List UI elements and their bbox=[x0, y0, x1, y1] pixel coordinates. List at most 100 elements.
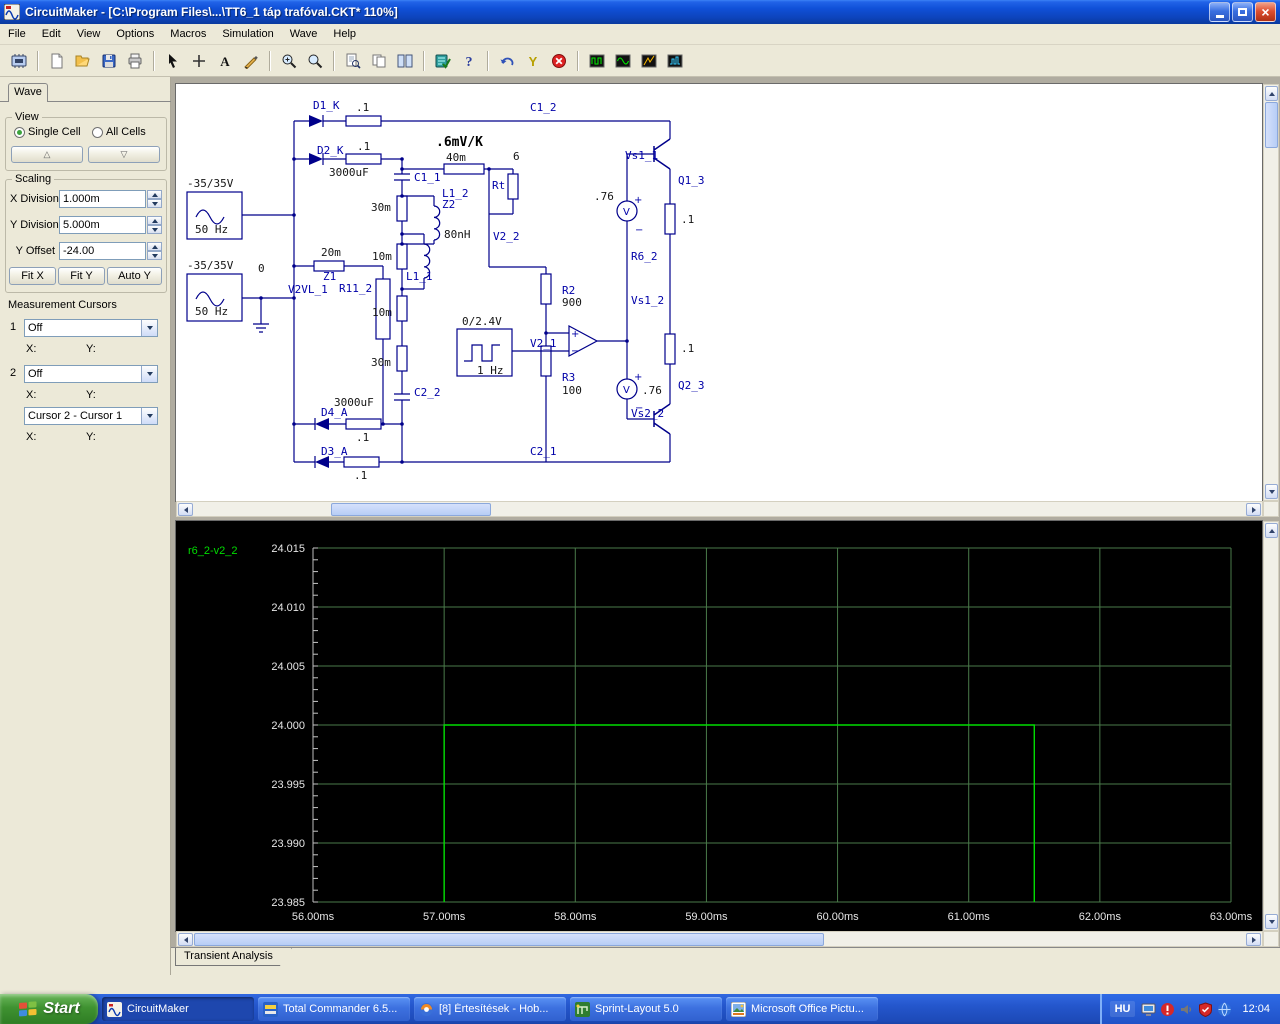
spin-up-button[interactable] bbox=[147, 216, 162, 225]
title-bar[interactable]: CircuitMaker - [C:\Program Files\...\TT6… bbox=[0, 0, 1280, 24]
stop-simulation-button[interactable] bbox=[547, 48, 571, 73]
schematic-label[interactable]: 30m bbox=[371, 201, 391, 214]
schematic-label[interactable]: 80nH bbox=[444, 228, 471, 241]
schematic-label[interactable]: .1 bbox=[356, 431, 369, 444]
schematic-label[interactable]: 50 Hz bbox=[195, 305, 228, 318]
schematic-label[interactable]: R6_2 bbox=[631, 250, 658, 263]
schematic-label[interactable]: 50 Hz bbox=[195, 223, 228, 236]
menu-simulation[interactable]: Simulation bbox=[214, 25, 281, 43]
save-button[interactable] bbox=[97, 48, 121, 73]
scrollbar-thumb[interactable] bbox=[331, 503, 491, 516]
schematic-label[interactable]: .1 bbox=[354, 469, 367, 482]
find-page-button[interactable] bbox=[341, 48, 365, 73]
simulation-check-button[interactable] bbox=[431, 48, 455, 73]
schematic-label[interactable]: + bbox=[571, 329, 579, 340]
waveform-vertical-scrollbar[interactable] bbox=[1263, 521, 1279, 931]
volume-icon[interactable] bbox=[1179, 1002, 1194, 1017]
schematic-label[interactable]: 0/2.4V bbox=[462, 315, 502, 328]
wire-tool-button[interactable] bbox=[239, 48, 263, 73]
undo-button[interactable] bbox=[495, 48, 519, 73]
plus-tool-button[interactable] bbox=[187, 48, 211, 73]
menu-edit[interactable]: Edit bbox=[34, 25, 69, 43]
alert-icon[interactable] bbox=[1160, 1002, 1175, 1017]
menu-file[interactable]: File bbox=[0, 25, 34, 43]
schematic-label[interactable]: 20m bbox=[321, 246, 341, 259]
print-button[interactable] bbox=[123, 48, 147, 73]
schematic-label[interactable]: .6mV/K bbox=[436, 135, 483, 150]
schematic-label[interactable]: .76 bbox=[594, 190, 614, 203]
schematic-label[interactable]: 6 bbox=[513, 150, 520, 163]
schematic-label[interactable]: Q1_3 bbox=[678, 174, 705, 187]
taskbar-task-sprint-layout[interactable]: Sprint-Layout 5.0 bbox=[570, 997, 722, 1021]
y-division-input[interactable] bbox=[59, 216, 146, 234]
spin-down-button[interactable] bbox=[147, 225, 162, 234]
scroll-down-button[interactable] bbox=[1265, 484, 1278, 499]
radio-all-cells-circle[interactable] bbox=[92, 126, 103, 138]
language-indicator[interactable]: HU bbox=[1109, 1001, 1136, 1017]
fit-y-button[interactable]: Fit Y bbox=[58, 267, 105, 285]
schematic-label[interactable]: Q2_3 bbox=[678, 379, 705, 392]
spin-up-button[interactable] bbox=[147, 242, 162, 251]
help-button[interactable]: ? bbox=[457, 48, 481, 73]
schematic-label[interactable]: 3000uF bbox=[329, 166, 369, 179]
probe-tool-button[interactable]: Y bbox=[521, 48, 545, 73]
open-folder-button[interactable] bbox=[71, 48, 95, 73]
menu-view[interactable]: View bbox=[69, 25, 109, 43]
cursor-1-select[interactable]: Off bbox=[24, 319, 158, 337]
schematic-canvas[interactable]: D1_K .1 D2_K .1 3000uF C1_1 C1_2 .6mV/K 40m 6 Rt L1… bbox=[175, 83, 1263, 502]
scope-settings-button[interactable] bbox=[663, 48, 687, 73]
scroll-up-button[interactable] bbox=[1265, 86, 1278, 101]
taskbar-task-office-picture[interactable]: Microsoft Office Pictu... bbox=[726, 997, 878, 1021]
schematic-label[interactable]: V bbox=[623, 385, 630, 396]
schematic-label[interactable]: − bbox=[571, 346, 579, 357]
schematic-label[interactable]: D2_K bbox=[317, 144, 344, 157]
schematic-label[interactable]: 10m bbox=[372, 250, 392, 263]
scroll-left-button[interactable] bbox=[178, 933, 193, 946]
schematic-label[interactable]: -35/35V bbox=[187, 259, 234, 272]
schematic-label[interactable]: Rt bbox=[492, 179, 505, 192]
schematic-label[interactable]: C1_1 bbox=[414, 171, 441, 184]
trace-name-label[interactable]: r6_2-v2_2 bbox=[188, 545, 238, 557]
zoom-window-button[interactable] bbox=[277, 48, 301, 73]
chevron-down-icon[interactable] bbox=[141, 366, 157, 382]
zoom-tool-button[interactable] bbox=[303, 48, 327, 73]
schematic-label[interactable]: + bbox=[634, 195, 642, 206]
schematic-label[interactable]: Z2 bbox=[442, 198, 455, 211]
next-cell-button[interactable]: ▽ bbox=[88, 146, 160, 163]
schematic-vertical-scrollbar[interactable] bbox=[1263, 84, 1279, 501]
schematic-label[interactable]: -35/35V bbox=[187, 177, 234, 190]
parts-bin-button[interactable] bbox=[7, 48, 31, 73]
tab-transient-analysis[interactable]: Transient Analysis bbox=[175, 948, 292, 966]
spin-up-button[interactable] bbox=[147, 190, 162, 199]
schematic-label[interactable]: D3_A bbox=[321, 445, 348, 458]
auto-y-button[interactable]: Auto Y bbox=[107, 267, 162, 285]
taskbar-task-ertesitesek[interactable]: [8] Értesítések - Hob... bbox=[414, 997, 566, 1021]
menu-wave[interactable]: Wave bbox=[282, 25, 326, 43]
schematic-label[interactable]: 40m bbox=[446, 151, 466, 164]
schematic-label[interactable]: C2_1 bbox=[530, 445, 557, 458]
scrollbar-thumb[interactable] bbox=[1265, 102, 1278, 148]
waveform-plot[interactable]: 56.00ms 57.00ms 58.00ms 59.00ms 60.00ms 61.00… bbox=[175, 520, 1263, 932]
schematic-label[interactable]: L1_1 bbox=[406, 270, 433, 283]
copy-page-button[interactable] bbox=[367, 48, 391, 73]
spin-down-button[interactable] bbox=[147, 251, 162, 260]
start-button[interactable]: Start bbox=[0, 994, 98, 1024]
schematic-label[interactable]: Vs1_2 bbox=[631, 294, 664, 307]
cursor-2-select[interactable]: Off bbox=[24, 365, 158, 383]
minimize-button[interactable] bbox=[1209, 2, 1230, 22]
radio-single-cell[interactable]: Single Cell bbox=[14, 126, 81, 138]
status-icon[interactable] bbox=[1141, 1002, 1156, 1017]
scroll-left-button[interactable] bbox=[178, 503, 193, 516]
schematic-label[interactable]: C2_2 bbox=[414, 386, 441, 399]
schematic-label[interactable]: Vs1_1 bbox=[625, 149, 658, 162]
schematic-label[interactable]: .1 bbox=[681, 342, 694, 355]
schematic-label[interactable]: .76 bbox=[642, 384, 662, 397]
schematic-label[interactable]: 1 Hz bbox=[477, 364, 504, 377]
previous-cell-button[interactable]: △ bbox=[11, 146, 83, 163]
schematic-label[interactable]: Z1 bbox=[323, 270, 336, 283]
scroll-down-button[interactable] bbox=[1265, 914, 1278, 929]
taskbar-task-total-commander[interactable]: Total Commander 6.5... bbox=[258, 997, 410, 1021]
schematic-label[interactable]: R11_2 bbox=[339, 282, 372, 295]
schematic-label[interactable]: .1 bbox=[357, 140, 370, 153]
schematic-label[interactable]: 100 bbox=[562, 384, 582, 397]
